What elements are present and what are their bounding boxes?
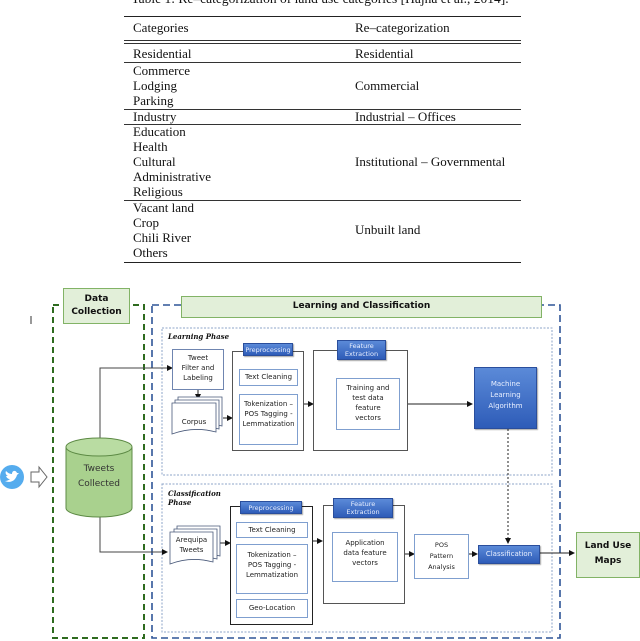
classification-box: Classification <box>478 545 540 564</box>
geo-location-box: Geo-Location <box>236 599 308 618</box>
land-use-maps-box: Land Use Maps <box>576 532 640 578</box>
tokenization-box-learning: Tokenization – POS Tagging - Lemmatizati… <box>239 394 298 445</box>
feature-extraction-tab-learning: Feature Extraction <box>337 340 386 360</box>
tweet-filter-labeling-box: Tweet Filter and Labeling <box>172 349 224 390</box>
application-vectors-box: Application data feature vectors <box>332 532 398 582</box>
text-cleaning-box-learning: Text Cleaning <box>239 369 298 386</box>
arequipa-tweets-label: Arequipa Tweets <box>175 536 208 554</box>
machine-learning-algorithm-box: Machine Learning Algorithm <box>474 367 537 429</box>
preprocessing-tab-learning: Preprocessing <box>243 343 293 356</box>
pos-pattern-analysis-box: POS Pattern Analysis <box>414 534 469 579</box>
feature-extraction-tab-classification: Feature Extraction <box>333 498 393 518</box>
training-test-vectors-box: Training and test data feature vectors <box>336 378 400 430</box>
hollow-arrow-icon <box>30 465 48 489</box>
classification-phase-label: Classification Phase <box>168 489 221 507</box>
preprocessing-tab-classification: Preprocessing <box>240 501 302 514</box>
corpus-document-stack-icon <box>171 396 223 435</box>
tokenization-box-classification: Tokenization – POS Tagging - Lemmatizati… <box>236 544 308 594</box>
tweets-collected-label: Tweets Collected <box>77 464 121 489</box>
learning-phase-label: Learning Phase <box>168 332 230 341</box>
text-cleaning-box-classification: Text Cleaning <box>236 522 308 538</box>
data-collection-header: Data Collection <box>63 288 130 324</box>
learning-classification-header: Learning and Classification <box>181 296 542 318</box>
stray-mark <box>30 316 32 324</box>
arrow-tweets-to-filter <box>99 365 173 440</box>
corpus-label: Corpus <box>181 418 207 426</box>
